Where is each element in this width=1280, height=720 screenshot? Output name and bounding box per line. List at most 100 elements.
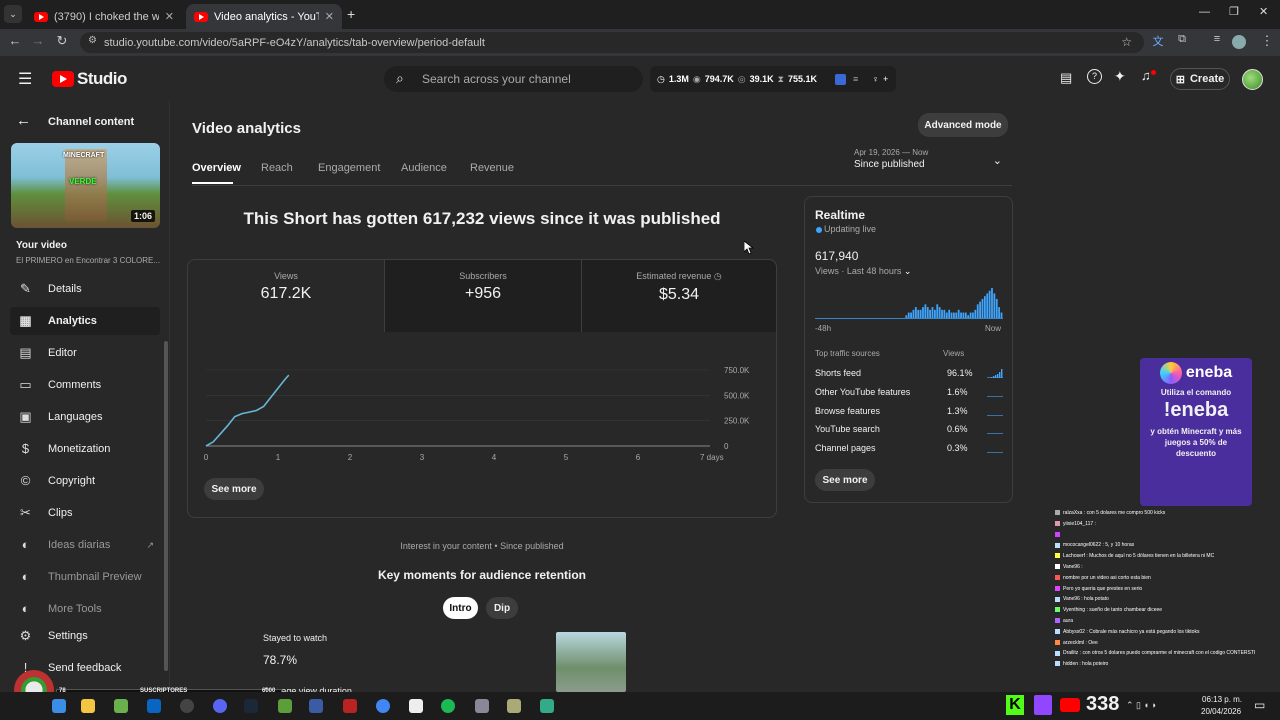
close-tab-icon[interactable]: ✕: [159, 10, 174, 23]
notification-center-icon[interactable]: ▭: [1254, 698, 1265, 712]
notifications-bell-icon[interactable]: ♫: [1141, 68, 1151, 83]
bookmark-star-icon[interactable]: ☆: [1121, 35, 1132, 49]
new-tab-button[interactable]: +: [347, 6, 355, 22]
see-more-button[interactable]: See more: [204, 478, 264, 500]
info-clock-icon[interactable]: ◷: [714, 271, 722, 281]
tab-search-button[interactable]: ⌄: [4, 5, 22, 23]
profile-avatar-icon[interactable]: [1232, 35, 1246, 49]
period-selector[interactable]: Apr 19, 2026 — Now Since published ⌄: [854, 148, 1006, 176]
sparkle-icon[interactable]: ✦: [1114, 68, 1126, 85]
eneba-brand: eneba: [1185, 364, 1233, 381]
minecraft-icon[interactable]: [278, 699, 292, 713]
back-icon[interactable]: ←: [6, 33, 24, 48]
tab-overview[interactable]: Overview: [192, 162, 241, 174]
list-icon[interactable]: ≡: [853, 74, 858, 84]
chrome-icon[interactable]: [376, 699, 390, 713]
store-icon[interactable]: [114, 699, 128, 713]
close-tab-icon[interactable]: ✕: [319, 10, 334, 23]
metric-estimated-revenue[interactable]: Estimated revenue ◷ $5.34: [581, 260, 776, 332]
sidebar-item-clips[interactable]: ✂ Clips: [10, 499, 160, 527]
sidebar-item-analytics[interactable]: ▦ Analytics: [10, 307, 160, 335]
sidebar-item-settings[interactable]: ⚙ Settings: [10, 622, 160, 650]
start-icon[interactable]: [52, 699, 66, 713]
app2-icon[interactable]: [475, 699, 489, 713]
extension-translate-icon[interactable]: 文: [1149, 33, 1167, 49]
video-thumbnail[interactable]: MINECRAFT VERDE 1:06: [11, 143, 160, 228]
traffic-source-row[interactable]: Channel pages 0.3%: [815, 440, 1003, 456]
discord-icon[interactable]: [213, 699, 227, 713]
sidebar-scrollbar[interactable]: [164, 341, 168, 671]
views-line-chart[interactable]: 0 250.0K 500.0K 750.0K 0 1 2 3 4 5 6 7 days: [188, 356, 776, 466]
sidebar-item-editor[interactable]: ▤ Editor: [10, 339, 160, 367]
youtube-icon[interactable]: [1060, 698, 1080, 712]
editor-icon[interactable]: [309, 699, 323, 713]
reload-icon[interactable]: ↻: [53, 33, 71, 49]
system-tray-icons[interactable]: ⌃ ▯ ◖ ◗: [1126, 700, 1157, 711]
realtime-bar-chart[interactable]: [815, 285, 1003, 319]
maximize-window-button[interactable]: ❐: [1229, 5, 1239, 18]
metric-views[interactable]: Views 617.2K: [188, 260, 384, 332]
video-duration-badge: 1:06: [130, 210, 155, 222]
sidebar-item-monetization[interactable]: $ Monetization: [10, 435, 160, 463]
realtime-period-dropdown[interactable]: Views · Last 48 hours ⌄: [815, 266, 911, 277]
twitch-icon[interactable]: [1034, 695, 1052, 715]
notes-icon[interactable]: ▤: [1060, 70, 1072, 86]
channel-avatar[interactable]: [1242, 69, 1263, 90]
create-button[interactable]: ⊞ Create: [1170, 68, 1230, 90]
steam-icon[interactable]: [244, 699, 258, 713]
clock-time[interactable]: 06:13 p. m.: [1202, 695, 1242, 704]
outlook-icon[interactable]: [147, 699, 161, 713]
studio-logo[interactable]: Studio: [52, 69, 127, 89]
sidebar-item-thumbnail-preview[interactable]: ◐ Thumbnail Preview: [10, 563, 160, 591]
app4-icon[interactable]: [540, 699, 554, 713]
channel-content-link[interactable]: Channel content: [48, 116, 134, 128]
app3-icon[interactable]: [507, 699, 521, 713]
traffic-source-row[interactable]: Browse features 1.3%: [815, 403, 1003, 419]
notion-icon[interactable]: [409, 699, 423, 713]
back-arrow-icon[interactable]: ←: [16, 112, 31, 129]
metric-subscribers[interactable]: Subscribers +956: [384, 260, 581, 332]
browser-tab-video[interactable]: (3790) I choked the world recor ✕: [26, 4, 182, 29]
reading-list-icon[interactable]: ≡: [1208, 33, 1226, 45]
forward-icon[interactable]: →: [29, 33, 47, 48]
browser-menu-icon[interactable]: ⋮: [1258, 33, 1276, 49]
sidebar-item-comments[interactable]: ▭ Comments: [10, 371, 160, 399]
tab-reach[interactable]: Reach: [261, 162, 293, 174]
clock-date[interactable]: 20/04/2026: [1201, 707, 1241, 716]
hamburger-menu-icon[interactable]: ☰: [18, 69, 32, 89]
channel-stats-extension[interactable]: ◷ 1.3M ◉ 794.7K ◎ 39.1K ⧗ 755.1K ≡ ♀ +: [650, 66, 896, 92]
search-input[interactable]: ⌕ Search across your channel: [384, 66, 643, 92]
retention-tab-dip[interactable]: Dip: [486, 597, 518, 619]
obs-icon[interactable]: [180, 699, 194, 713]
sidebar-item-more-tools[interactable]: ◐ More Tools: [10, 595, 160, 623]
tab-audience[interactable]: Audience: [401, 162, 447, 174]
sidebar-item-languages[interactable]: ▣ Languages: [10, 403, 160, 431]
url-text: studio.youtube.com/video/5aRPF-eO4zY/ana…: [104, 36, 485, 49]
extensions-puzzle-icon[interactable]: ⧉: [1173, 33, 1191, 46]
traffic-source-row[interactable]: Shorts feed 96.1%: [815, 365, 1003, 381]
address-bar[interactable]: ⚙ studio.youtube.com/video/5aRPF-eO4zY/a…: [80, 32, 1144, 53]
realtime-see-more-button[interactable]: See more: [815, 469, 875, 491]
tab-engagement[interactable]: Engagement: [318, 162, 380, 174]
trophy-icon[interactable]: ♀: [872, 74, 879, 84]
traffic-sparkline: [987, 414, 1003, 416]
sidebar-item-details[interactable]: ✎ Details: [10, 275, 160, 303]
close-window-button[interactable]: ✕: [1259, 5, 1268, 18]
browser-tab-analytics[interactable]: Video analytics - YouTube Studio ✕: [186, 4, 342, 29]
traffic-source-row[interactable]: Other YouTube features 1.6%: [815, 384, 1003, 400]
sidebar-item-copyright[interactable]: © Copyright: [10, 467, 160, 495]
retention-tab-intro[interactable]: Intro: [443, 597, 478, 619]
sparkle-add-icon[interactable]: +: [883, 74, 888, 84]
spotify-icon[interactable]: [441, 699, 455, 713]
traffic-source-row[interactable]: YouTube search 0.6%: [815, 421, 1003, 437]
minimize-window-button[interactable]: —: [1199, 6, 1210, 18]
advanced-mode-button[interactable]: Advanced mode: [918, 113, 1008, 137]
sidebar-item-ideas-diarias[interactable]: ◐ Ideas diarias ↗: [10, 531, 160, 559]
kick-icon[interactable]: K: [1006, 695, 1024, 715]
site-info-icon[interactable]: ⚙: [88, 35, 97, 46]
app-icon[interactable]: [343, 699, 357, 713]
extension-badge-icon[interactable]: [835, 73, 847, 85]
tab-revenue[interactable]: Revenue: [470, 162, 514, 174]
help-icon[interactable]: ?: [1087, 69, 1102, 84]
file-explorer-icon[interactable]: [81, 699, 95, 713]
